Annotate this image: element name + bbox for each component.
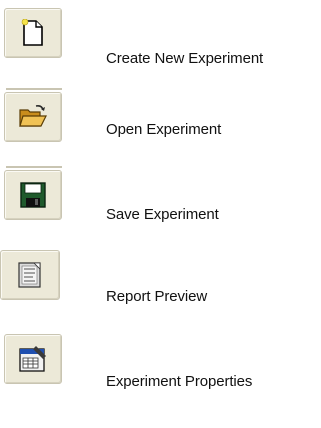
toolbar-separator [6,166,62,168]
report-preview-label: Report Preview [106,288,208,305]
report-preview-icon [18,262,41,288]
open-folder-icon [19,105,47,127]
create-new-experiment-button[interactable] [4,8,62,58]
report-preview-button[interactable] [0,250,60,300]
create-new-experiment-label: Create New Experiment [106,50,264,67]
toolbar-separator [6,88,62,90]
experiment-properties-button[interactable] [4,334,62,384]
experiment-properties-label: Experiment Properties [106,373,253,390]
save-experiment-button[interactable] [4,170,62,220]
properties-icon [19,346,46,372]
new-document-icon [21,19,43,46]
floppy-disk-icon [20,182,46,208]
open-experiment-label: Open Experiment [106,121,222,138]
save-experiment-label: Save Experiment [106,206,219,223]
open-experiment-button[interactable] [4,92,62,142]
